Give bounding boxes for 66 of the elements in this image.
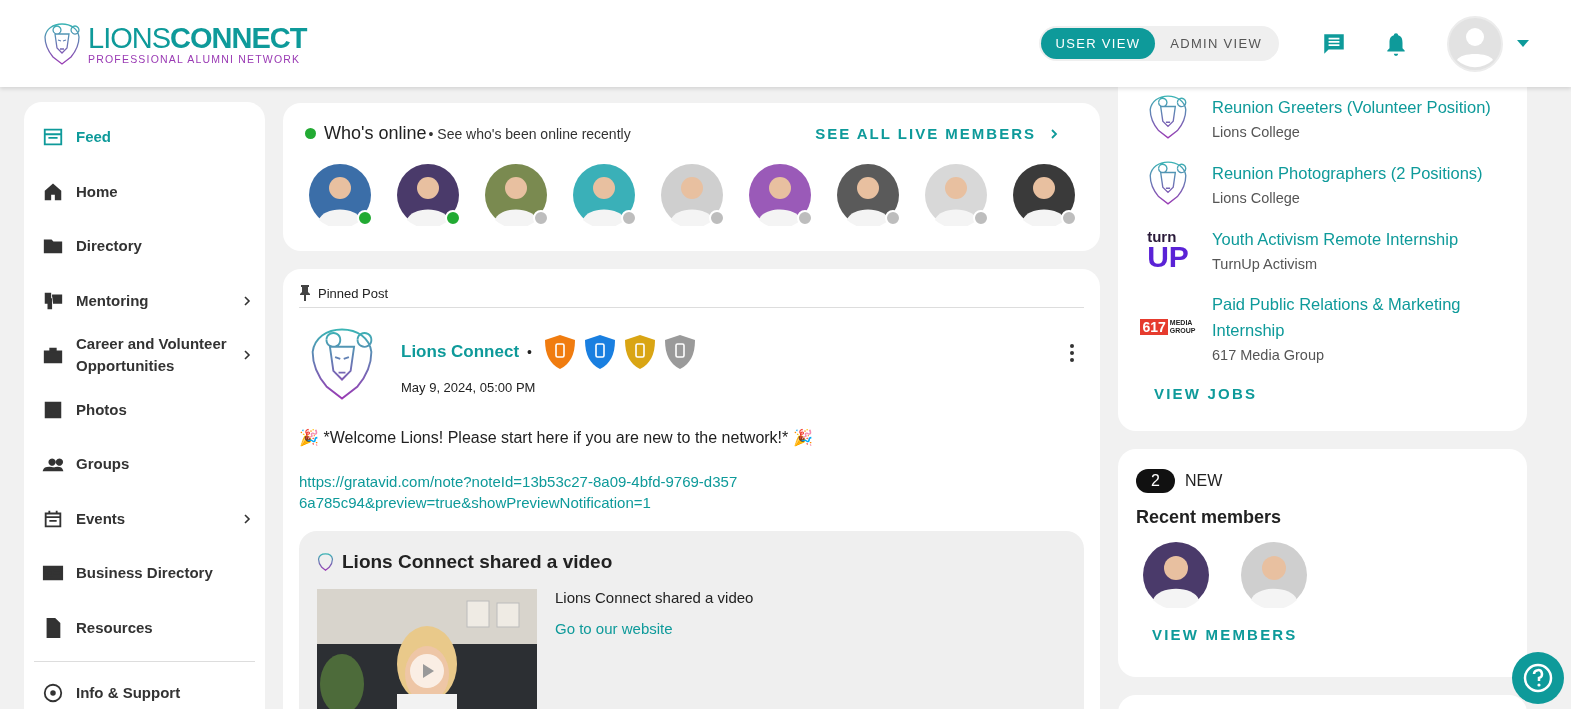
logo-tagline: PROFESSIONAL ALUMNI NETWORK [88,52,302,65]
lion-logo-icon [1147,94,1189,140]
caret-icon[interactable] [1517,40,1529,47]
more-icon[interactable] [1070,344,1074,362]
post-author[interactable]: Lions Connect [401,342,520,362]
chevron-icon [243,512,251,525]
lion-icon [317,553,334,571]
help-button[interactable] [1512,652,1564,704]
job-title-link[interactable]: Reunion Greeters (Volunteer Position) [1212,94,1491,120]
sidebar-item[interactable]: Resources [34,600,255,655]
sidebar-item[interactable]: Events [34,491,255,546]
company-name: TurnUp Activism [1212,256,1318,272]
post-link[interactable]: https://gratavid.com/note?noteId=13b53c27-8a09-4bfd-9769-d3576a785c94&preview=true&showPreviewNotification=1 [299,471,739,513]
sidebar-item[interactable]: Home [34,164,255,219]
post-date: May 9, 2024, 05:00 PM [401,380,537,395]
separator-dot: • [527,344,532,360]
member-avatar[interactable] [397,164,459,226]
member-avatar[interactable] [309,164,371,226]
shared-description: Lions Connect shared a video [555,589,754,606]
view-tab[interactable]: USER VIEW [1040,28,1156,59]
chevron-icon [243,349,251,362]
sidebar-item[interactable]: Career and Volunteer Opportunities [34,328,255,383]
logo-word: LIONS [88,22,171,53]
job-title-link[interactable]: Reunion Photographers (2 Positions) [1212,160,1483,186]
pinned-label: Pinned Post [318,285,389,301]
chevron-icon [1050,127,1058,140]
sidebar-item[interactable]: Groups [34,437,255,492]
section-subtitle: • See who's been online recently [428,125,631,142]
see-all-link[interactable]: SEE ALL LIVE MEMBERS [815,125,1058,142]
shared-title: Lions Connect shared a video [342,551,613,573]
sidebar-item[interactable]: Feed [34,110,255,165]
sidebar-item[interactable]: Business Directory [34,546,255,601]
sidebar-item[interactable]: Mentoring [34,273,255,328]
member-avatar[interactable] [1013,164,1075,226]
chevron-icon [243,294,251,307]
logo-word: CONNECT [170,22,307,53]
lion-logo-icon [1147,160,1189,206]
lion-logo-icon [42,21,82,66]
company-name: Lions College [1212,190,1301,206]
post-text: 🎉 *Welcome Lions! Please start here if you are new to the network!* 🎉 [299,428,814,447]
company-name: Lions College [1212,124,1301,140]
view-jobs-button[interactable]: VIEW JOBS [1138,381,1274,406]
job-title-link[interactable]: Youth Activism Remote Internship [1212,226,1459,252]
member-avatar[interactable] [837,164,899,226]
shield-badge-icon [543,334,576,370]
sidebar-item[interactable]: Directory [34,219,255,274]
job-title-link[interactable]: Paid Public Relations & Marketing Internship [1212,291,1515,343]
company-name: 617 Media Group [1212,347,1326,363]
section-title: Who's online [324,123,427,144]
sidebar-item[interactable]: Photos [34,382,255,437]
shield-badge-icon [623,334,656,370]
website-link[interactable]: Go to our website [555,620,754,637]
play-icon[interactable] [410,654,444,688]
info-icon [42,682,64,705]
pin-icon [299,285,311,301]
online-dot [305,128,316,139]
company-logo: turn UP [1147,228,1189,270]
shield-badge-icon [583,334,616,370]
new-label: NEW [1184,472,1223,490]
sidebar-item[interactable]: Info & Support [34,666,255,709]
shield-badge-icon [663,334,696,370]
section-title: Recent members [1136,507,1282,528]
count-badge: 2 [1136,469,1175,493]
view-tab[interactable]: ADMIN VIEW [1155,28,1277,59]
member-avatar[interactable] [1143,542,1209,608]
view-members-button[interactable]: VIEW MEMBERS [1136,622,1314,647]
